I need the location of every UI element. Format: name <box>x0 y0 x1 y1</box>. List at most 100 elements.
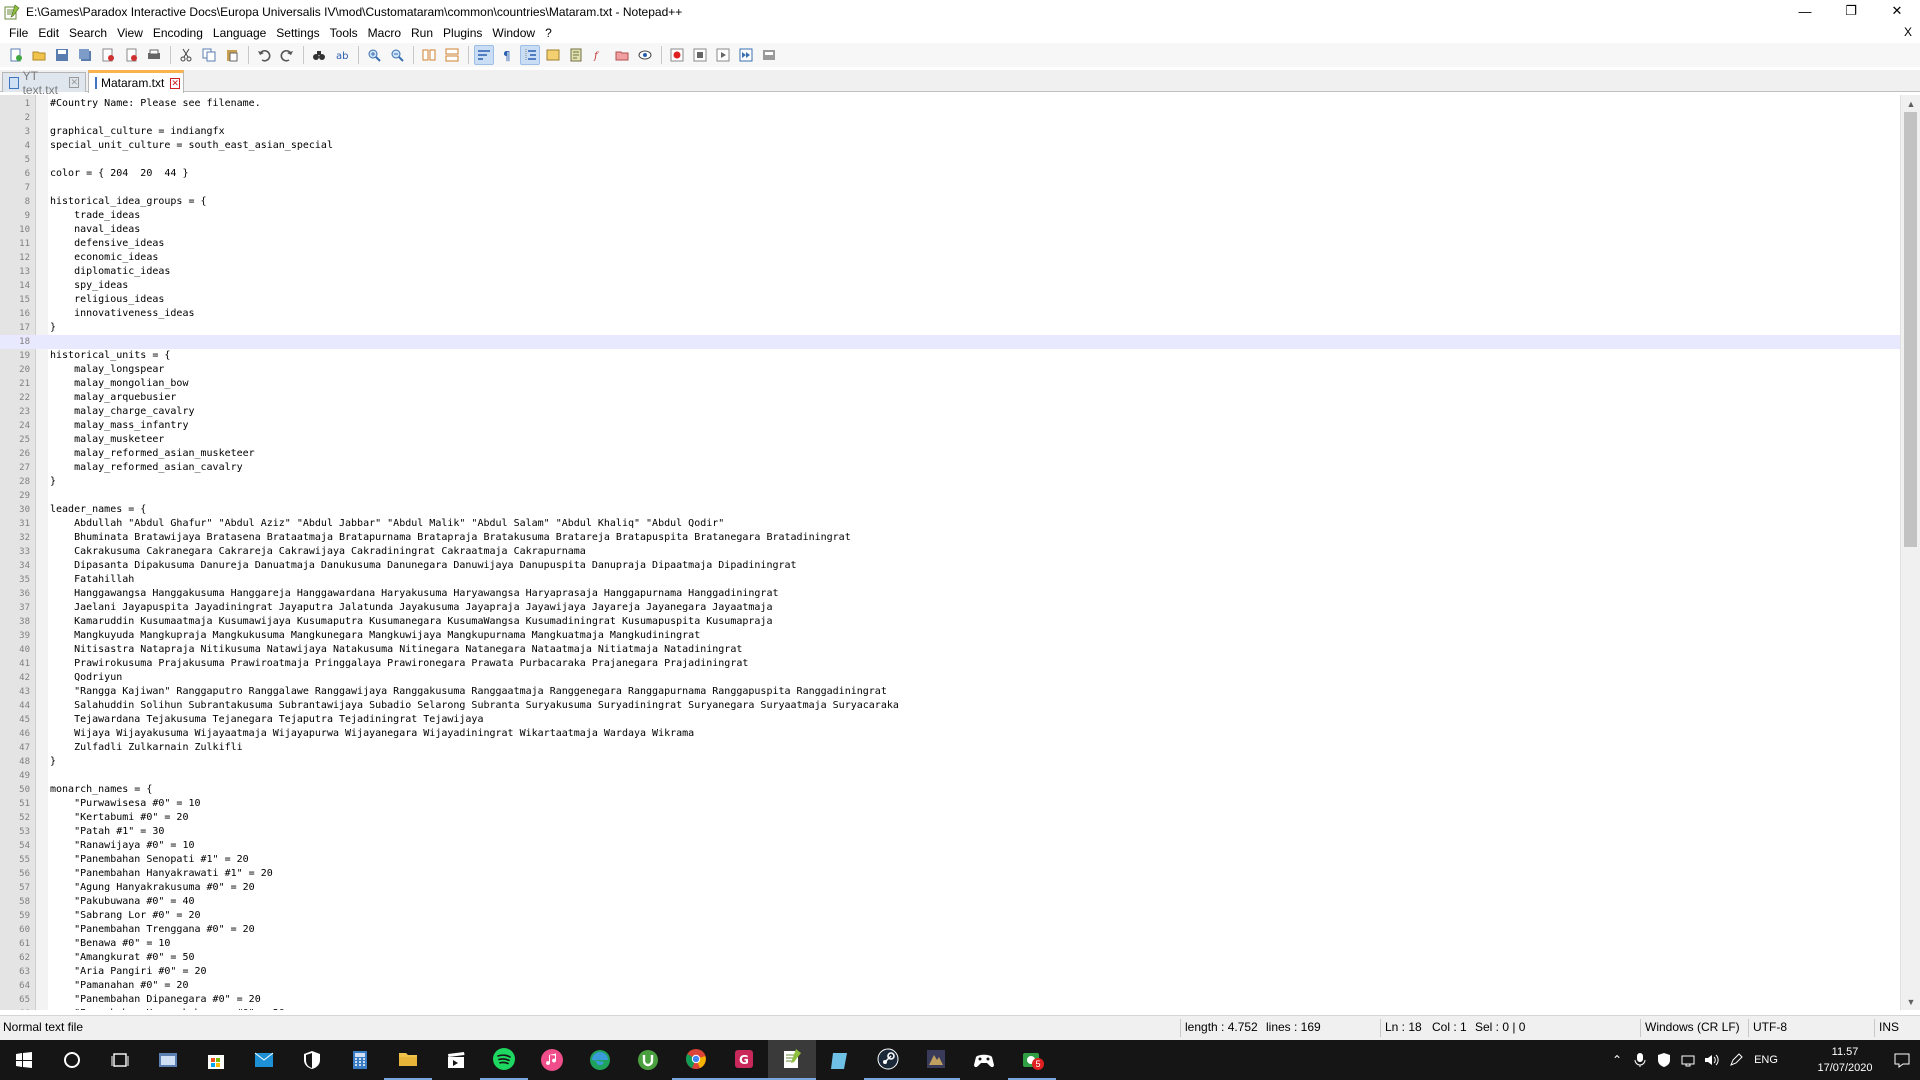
line-text[interactable]: color = { 204 20 44 } <box>50 167 188 181</box>
code-line[interactable]: 45 Tejawardana Tejakusuma Tejanegara Tej… <box>0 713 1900 727</box>
menu-plugins[interactable]: Plugins <box>438 26 487 40</box>
taskbar-app-store[interactable] <box>192 1040 240 1080</box>
line-text[interactable]: historical_idea_groups = { <box>50 195 207 209</box>
line-text[interactable]: "Agung Hanyakrakusuma #0" = 20 <box>50 881 255 895</box>
save-all-button[interactable] <box>75 45 95 65</box>
code-line[interactable]: 62 "Amangkurat #0" = 50 <box>0 951 1900 965</box>
volume-icon[interactable] <box>1704 1052 1720 1068</box>
cut-button[interactable] <box>176 45 196 65</box>
close-file-button[interactable] <box>98 45 118 65</box>
line-text[interactable]: malay_longspear <box>50 363 164 377</box>
menu-settings[interactable]: Settings <box>271 26 324 40</box>
taskbar-app-calculator[interactable] <box>336 1040 384 1080</box>
line-text[interactable]: Zulfadli Zulkarnain Zulkifli <box>50 741 243 755</box>
code-line[interactable]: 2 <box>0 111 1900 125</box>
maximize-button[interactable]: ❐ <box>1828 0 1874 22</box>
code-line[interactable]: 24 malay_mass_infantry <box>0 419 1900 433</box>
record-macro-button[interactable] <box>667 45 687 65</box>
tab-close-icon[interactable]: ✕ <box>69 77 79 88</box>
start-button[interactable] <box>0 1040 48 1080</box>
network-icon[interactable] <box>1680 1052 1696 1068</box>
code-line[interactable]: 53 "Patah #1" = 30 <box>0 825 1900 839</box>
line-text[interactable]: malay_reformed_asian_musketeer <box>50 447 255 461</box>
doc-map-button[interactable] <box>566 45 586 65</box>
code-line[interactable]: 37 Jaelani Jayapuspita Jayadiningrat Jay… <box>0 601 1900 615</box>
code-line[interactable]: 35 Fatahillah <box>0 573 1900 587</box>
line-text[interactable]: } <box>50 755 56 769</box>
close-document-button[interactable]: X <box>1904 25 1912 39</box>
line-text[interactable]: monarch_names = { <box>50 783 152 797</box>
save-macro-button[interactable] <box>759 45 779 65</box>
line-text[interactable]: Abdullah "Abdul Ghafur" "Abdul Aziz" "Ab… <box>50 517 724 531</box>
zoom-in-button[interactable] <box>364 45 384 65</box>
new-file-button[interactable] <box>6 45 26 65</box>
menu-view[interactable]: View <box>112 26 148 40</box>
code-line[interactable]: 34 Dipasanta Dipakusuma Danureja Danuatm… <box>0 559 1900 573</box>
line-text[interactable]: "Amangkurat #0" = 50 <box>50 951 194 965</box>
line-text[interactable]: Nitisastra Natapraja Nitikusuma Natawija… <box>50 643 742 657</box>
line-text[interactable]: spy_ideas <box>50 279 128 293</box>
print-button[interactable] <box>144 45 164 65</box>
line-text[interactable]: malay_mongolian_bow <box>50 377 188 391</box>
menu-window[interactable]: Window <box>487 26 540 40</box>
scroll-down-arrow-icon[interactable]: ▼ <box>1901 993 1920 1010</box>
menu-encoding[interactable]: Encoding <box>148 26 208 40</box>
menu-run[interactable]: Run <box>406 26 438 40</box>
line-text[interactable]: Jaelani Jayapuspita Jayadiningrat Jayapu… <box>50 601 772 615</box>
language-indicator[interactable]: ENG <box>1754 1054 1778 1066</box>
code-line[interactable]: 41 Prawirokusuma Prajakusuma Prawiroatma… <box>0 657 1900 671</box>
line-text[interactable]: Salahuddin Solihun Subrantakusuma Subran… <box>50 699 899 713</box>
line-text[interactable]: malay_charge_cavalry <box>50 405 194 419</box>
undo-button[interactable] <box>254 45 274 65</box>
code-line[interactable]: 47 Zulfadli Zulkarnain Zulkifli <box>0 741 1900 755</box>
code-line[interactable]: 60 "Panembahan Trenggana #0" = 20 <box>0 923 1900 937</box>
line-text[interactable]: "Aria Pangiri #0" = 20 <box>50 965 206 979</box>
line-text[interactable]: historical_units = { <box>50 349 170 363</box>
line-text[interactable]: Cakrakusuma Cakranegara Cakrareja Cakraw… <box>50 545 586 559</box>
line-text[interactable]: innovativeness_ideas <box>50 307 194 321</box>
code-line[interactable]: 12 economic_ideas <box>0 251 1900 265</box>
line-text[interactable]: "Sabrang Lor #0" = 20 <box>50 909 200 923</box>
tab-close-icon[interactable]: ✕ <box>170 77 180 89</box>
code-line[interactable]: 44 Salahuddin Solihun Subrantakusuma Sub… <box>0 699 1900 713</box>
taskbar-app-steam[interactable] <box>864 1040 912 1080</box>
code-line[interactable]: 54 "Ranawijaya #0" = 10 <box>0 839 1900 853</box>
code-line[interactable]: 5 <box>0 153 1900 167</box>
code-line[interactable]: 22 malay_arquebusier <box>0 391 1900 405</box>
line-text[interactable]: naval_ideas <box>50 223 140 237</box>
open-file-button[interactable] <box>29 45 49 65</box>
menu-language[interactable]: Language <box>208 26 271 40</box>
code-line[interactable]: 32 Bhuminata Bratawijaya Bratasena Brata… <box>0 531 1900 545</box>
line-text[interactable]: Hanggawangsa Hanggakusuma Hanggareja Han… <box>50 587 778 601</box>
code-line[interactable]: 15 religious_ideas <box>0 293 1900 307</box>
code-line[interactable]: 31 Abdullah "Abdul Ghafur" "Abdul Aziz" … <box>0 517 1900 531</box>
taskbar-app-utorrent[interactable] <box>624 1040 672 1080</box>
code-line[interactable]: 23 malay_charge_cavalry <box>0 405 1900 419</box>
menu-tools[interactable]: Tools <box>325 26 363 40</box>
line-text[interactable]: "Panembahan Hamengkubuwana #0" = 20 <box>50 1007 285 1010</box>
tab-yt-text[interactable]: YT text.txt ✕ <box>2 69 86 97</box>
vertical-scrollbar[interactable]: ▲ ▼ <box>1900 95 1920 1010</box>
line-text[interactable]: malay_mass_infantry <box>50 419 188 433</box>
code-line[interactable]: 3 graphical_culture = indiangfx <box>0 125 1900 139</box>
stop-macro-button[interactable] <box>690 45 710 65</box>
code-line[interactable]: 38 Kamaruddin Kusumaatmaja Kusumawijaya … <box>0 615 1900 629</box>
line-text[interactable]: graphical_culture = indiangfx <box>50 125 225 139</box>
run-macro-multiple-button[interactable] <box>736 45 756 65</box>
code-line[interactable]: 59 "Sabrang Lor #0" = 20 <box>0 909 1900 923</box>
code-line[interactable]: 29 <box>0 489 1900 503</box>
line-text[interactable]: "Kertabumi #0" = 20 <box>50 811 188 825</box>
monitoring-button[interactable] <box>635 45 655 65</box>
menu-macro[interactable]: Macro <box>363 26 406 40</box>
code-line[interactable]: 8 historical_idea_groups = { <box>0 195 1900 209</box>
code-line[interactable]: 49 <box>0 769 1900 783</box>
scrollbar-thumb[interactable] <box>1904 112 1917 547</box>
action-center-button[interactable] <box>1888 1048 1916 1072</box>
scroll-up-arrow-icon[interactable]: ▲ <box>1901 95 1920 112</box>
menu-edit[interactable]: Edit <box>33 26 64 40</box>
code-line[interactable]: 19 historical_units = { <box>0 349 1900 363</box>
taskbar-app-explorer-alt[interactable] <box>144 1040 192 1080</box>
code-line[interactable]: 51 "Purwawisesa #0" = 10 <box>0 797 1900 811</box>
line-text[interactable]: "Panembahan Dipanegara #0" = 20 <box>50 993 261 1007</box>
line-text[interactable]: malay_musketeer <box>50 433 164 447</box>
